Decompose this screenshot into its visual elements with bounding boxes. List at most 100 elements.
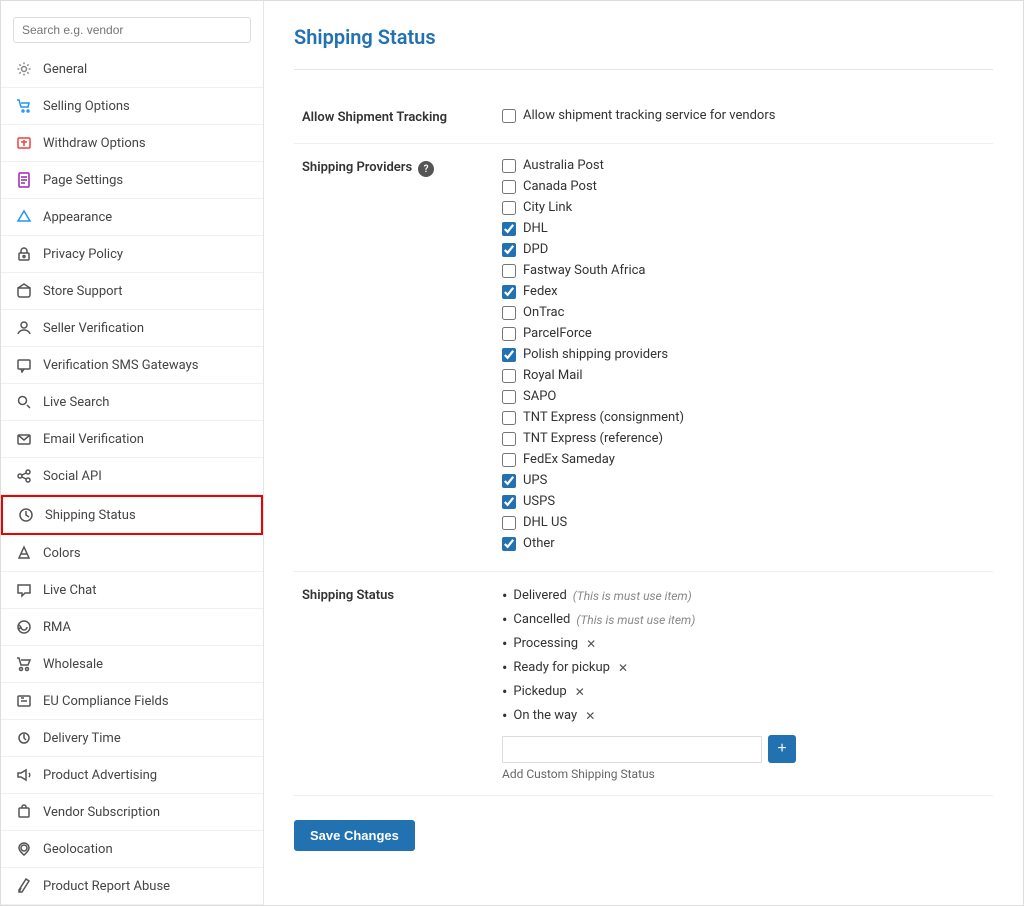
sidebar-item-label-social-api: Social API xyxy=(43,469,102,484)
provider-checkbox-15[interactable] xyxy=(502,474,516,488)
provider-checkbox-17[interactable] xyxy=(502,516,516,530)
provider-label-16: USPS xyxy=(523,494,555,509)
withdraw-icon xyxy=(15,134,33,152)
provider-row-11: SAPO xyxy=(502,389,985,404)
provider-checkbox-1[interactable] xyxy=(502,180,516,194)
provider-checkbox-14[interactable] xyxy=(502,453,516,467)
sidebar-item-rma[interactable]: RMA xyxy=(1,609,263,646)
status-must-use-1: (This is must use item) xyxy=(576,613,695,627)
provider-checkbox-12[interactable] xyxy=(502,411,516,425)
sidebar-item-store-support[interactable]: Store Support xyxy=(1,273,263,310)
save-button[interactable]: Save Changes xyxy=(294,820,415,851)
advertising-icon xyxy=(15,766,33,784)
provider-checkbox-8[interactable] xyxy=(502,327,516,341)
settings-table: Allow Shipment Tracking Allow shipment t… xyxy=(294,94,993,796)
provider-label-17: DHL US xyxy=(523,515,567,530)
sidebar-item-label-colors: Colors xyxy=(43,546,81,561)
provider-row-12: TNT Express (consignment) xyxy=(502,410,985,425)
sidebar: General Selling Options Withdraw Options Pa… xyxy=(1,1,264,905)
shipping-status-row: Shipping Status Delivered (This is must … xyxy=(294,572,993,796)
status-remove-5[interactable]: ✕ xyxy=(585,709,595,723)
provider-checkbox-11[interactable] xyxy=(502,390,516,404)
sidebar-item-general[interactable]: General xyxy=(1,51,263,88)
provider-checkbox-3[interactable] xyxy=(502,222,516,236)
provider-label-14: FedEx Sameday xyxy=(523,452,615,467)
provider-checkbox-16[interactable] xyxy=(502,495,516,509)
provider-checkbox-6[interactable] xyxy=(502,285,516,299)
provider-checkbox-13[interactable] xyxy=(502,432,516,446)
allow-shipment-checkbox-row: Allow shipment tracking service for vend… xyxy=(502,108,985,123)
sidebar-item-product-advertising[interactable]: Product Advertising xyxy=(1,757,263,794)
provider-checkbox-2[interactable] xyxy=(502,201,516,215)
sidebar-item-label-seller-verification: Seller Verification xyxy=(43,321,144,336)
provider-checkbox-10[interactable] xyxy=(502,369,516,383)
sidebar-item-label-verification-sms: Verification SMS Gateways xyxy=(43,358,198,373)
sidebar-item-wholesale[interactable]: Wholesale xyxy=(1,646,263,683)
sidebar-item-seller-verification[interactable]: Seller Verification xyxy=(1,310,263,347)
sidebar-item-label-shipping-status: Shipping Status xyxy=(45,508,136,523)
allow-shipment-label: Allow Shipment Tracking xyxy=(294,94,494,144)
provider-row-10: Royal Mail xyxy=(502,368,985,383)
add-status-button[interactable]: + xyxy=(768,735,796,763)
provider-row-17: DHL US xyxy=(502,515,985,530)
provider-checkbox-5[interactable] xyxy=(502,264,516,278)
sidebar-item-live-search[interactable]: Live Search xyxy=(1,384,263,421)
provider-label-3: DHL xyxy=(523,221,548,236)
status-must-use-0: (This is must use item) xyxy=(573,589,692,603)
status-remove-2[interactable]: ✕ xyxy=(586,637,596,651)
sidebar-item-privacy-policy[interactable]: Privacy Policy xyxy=(1,236,263,273)
provider-label-9: Polish shipping providers xyxy=(523,347,668,362)
vendor-icon xyxy=(15,803,33,821)
provider-checkbox-4[interactable] xyxy=(502,243,516,257)
provider-checkbox-9[interactable] xyxy=(502,348,516,362)
sidebar-item-colors[interactable]: Colors xyxy=(1,535,263,572)
sidebar-item-social-api[interactable]: Social API xyxy=(1,458,263,495)
sidebar-item-label-page-settings: Page Settings xyxy=(43,173,123,188)
colors-icon xyxy=(15,544,33,562)
sidebar-item-label-store-support: Store Support xyxy=(43,284,123,299)
sidebar-item-label-product-advertising: Product Advertising xyxy=(43,768,157,783)
sidebar-item-verification-sms[interactable]: Verification SMS Gateways xyxy=(1,347,263,384)
status-item-2: Processing✕ xyxy=(502,634,985,653)
sidebar-item-vendor-subscription[interactable]: Vendor Subscription xyxy=(1,794,263,831)
status-list: Delivered (This is must use item)Cancell… xyxy=(502,586,985,725)
search-icon xyxy=(15,393,33,411)
main-content: Shipping Status Allow Shipment Tracking … xyxy=(264,1,1023,905)
sidebar-item-geolocation[interactable]: Geolocation xyxy=(1,831,263,868)
cart-icon xyxy=(15,97,33,115)
sidebar-item-product-report-abuse[interactable]: Product Report Abuse xyxy=(1,868,263,905)
provider-label-6: Fedex xyxy=(523,284,558,299)
eu-icon xyxy=(15,692,33,710)
sidebar-item-page-settings[interactable]: Page Settings xyxy=(1,162,263,199)
allow-shipment-checkbox[interactable] xyxy=(502,109,516,123)
add-status-input[interactable] xyxy=(502,736,762,763)
sidebar-item-label-rma: RMA xyxy=(43,620,71,635)
privacy-icon xyxy=(15,245,33,263)
sidebar-item-live-chat[interactable]: Live Chat xyxy=(1,572,263,609)
status-name-4: Pickedup xyxy=(513,684,566,699)
help-icon[interactable]: ? xyxy=(418,161,434,177)
provider-checkbox-18[interactable] xyxy=(502,537,516,551)
sidebar-item-delivery-time[interactable]: Delivery Time xyxy=(1,720,263,757)
shipping-icon xyxy=(17,506,35,524)
status-item-5: On the way ✕ xyxy=(502,706,985,725)
sidebar-item-email-verification[interactable]: Email Verification xyxy=(1,421,263,458)
sidebar-item-shipping-status[interactable]: Shipping Status xyxy=(1,495,263,535)
status-remove-3[interactable]: ✕ xyxy=(618,661,628,675)
sidebar-search-input[interactable] xyxy=(13,17,251,43)
provider-row-15: UPS xyxy=(502,473,985,488)
provider-checkbox-7[interactable] xyxy=(502,306,516,320)
status-name-1: Cancelled xyxy=(513,612,570,627)
sidebar-item-label-wholesale: Wholesale xyxy=(43,657,103,672)
sidebar-search-container xyxy=(1,9,263,51)
sidebar-item-selling-options[interactable]: Selling Options xyxy=(1,88,263,125)
status-remove-4[interactable]: ✕ xyxy=(575,685,585,699)
sidebar-item-eu-compliance[interactable]: EU Compliance Fields xyxy=(1,683,263,720)
sidebar-item-label-selling-options: Selling Options xyxy=(43,99,130,114)
provider-checkbox-0[interactable] xyxy=(502,159,516,173)
shipping-providers-label: Shipping Providers xyxy=(302,160,412,175)
status-name-5: On the way xyxy=(513,708,577,723)
sidebar-item-withdraw-options[interactable]: Withdraw Options xyxy=(1,125,263,162)
sidebar-item-appearance[interactable]: Appearance xyxy=(1,199,263,236)
sidebar-item-label-general: General xyxy=(43,62,87,77)
